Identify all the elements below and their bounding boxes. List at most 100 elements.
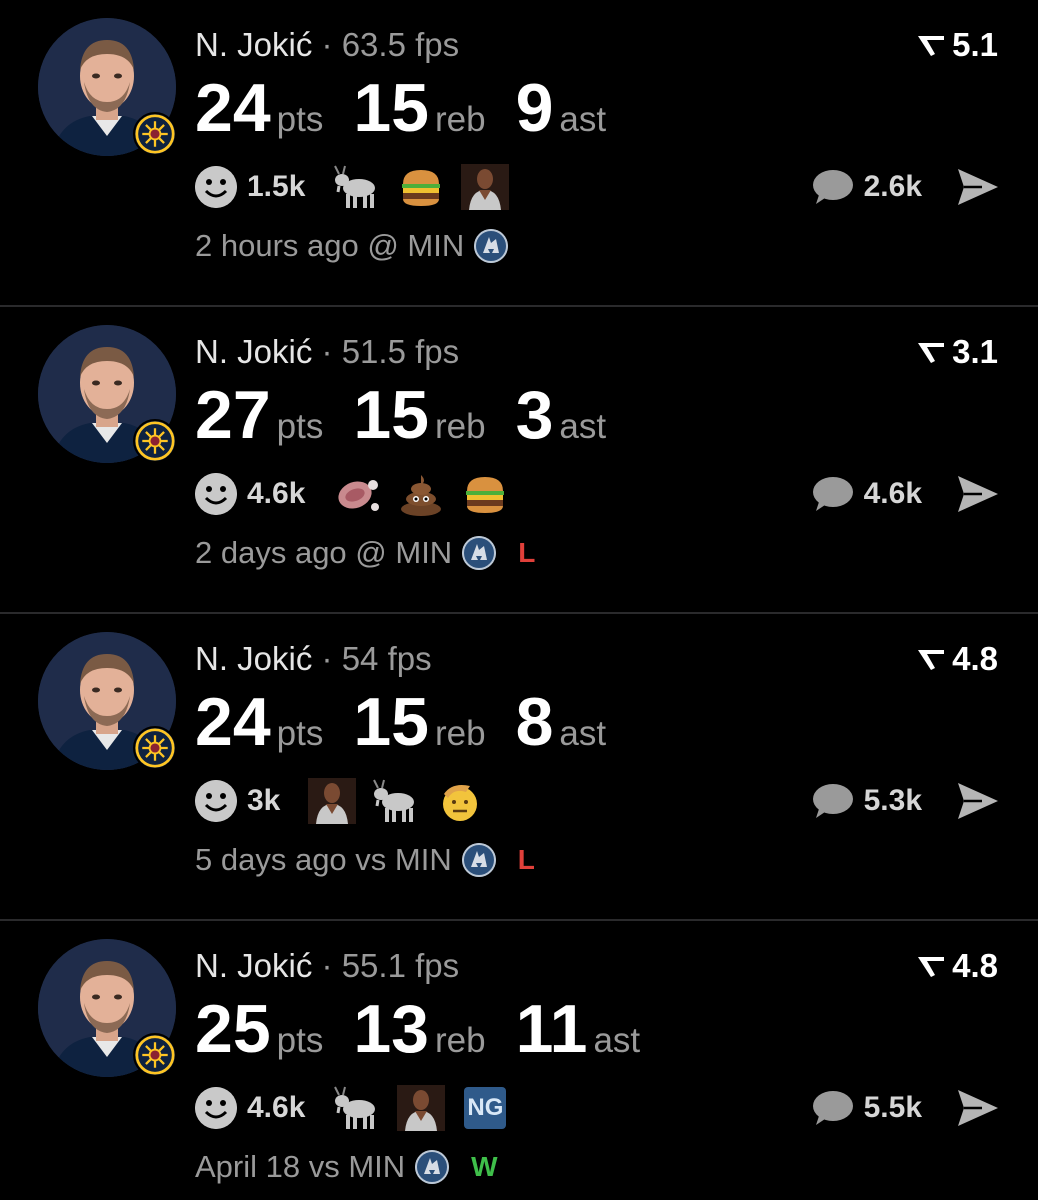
goat-icon[interactable] [372,778,420,824]
points-label: pts [276,714,324,753]
player-sticker-icon[interactable] [461,164,509,210]
salute-icon[interactable] [436,778,484,824]
comment-count: 4.6k [863,477,922,510]
share-icon[interactable] [956,166,1000,208]
comments-button[interactable]: 5.3k [810,779,922,823]
timberwolves-logo-icon [474,229,509,263]
game-result: W [471,1151,498,1182]
player-avatar[interactable] [38,939,177,1077]
player-sticker-icon[interactable] [397,1085,445,1131]
assists-value: 11 [515,991,588,1067]
reactions-bar[interactable]: 1.5k [195,165,525,209]
poop-icon[interactable] [397,471,445,517]
player-header: N. Jokić · 55.1 fps [195,947,459,985]
ng-badge-icon[interactable]: NG [461,1085,509,1131]
player-sticker-icon[interactable] [308,778,356,824]
reactions-bar[interactable]: 3k [195,779,500,823]
player-name[interactable]: N. Jokić [195,640,312,677]
rebounds-label: reb [434,407,486,446]
post-card[interactable]: N. Jokić · 55.1 fps 4.8 25 pts 13 reb 11 as… [0,921,1038,1200]
nuggets-logo-icon [133,726,177,770]
stat-line: 24 pts 15 reb 8 ast [195,684,636,760]
rating-arrow-icon [918,343,945,363]
fantasy-points: 63.5 fps [341,26,460,63]
assists-value: 8 [515,684,554,760]
post-card[interactable]: N. Jokić · 54 fps 4.8 24 pts 15 reb 8 ast 3… [0,614,1038,921]
assists-value: 3 [515,377,554,453]
rating-value: 4.8 [952,640,998,677]
feed-list: N. Jokić · 63.5 fps 5.1 24 pts 15 reb 9 ast… [0,0,1038,1200]
separator: · [321,26,333,63]
fantasy-points: 55.1 fps [341,947,460,984]
timberwolves-logo-icon [462,536,497,570]
game-time: 5 days ago vs MIN [195,842,452,877]
smiley-icon[interactable] [195,473,237,515]
smiley-icon[interactable] [195,1087,237,1129]
assists-label: ast [593,1021,641,1060]
post-card[interactable]: N. Jokić · 63.5 fps 5.1 24 pts 15 reb 9 ast… [0,0,1038,307]
reaction-count: 1.5k [247,170,306,203]
game-info: April 18 vs MIN W [195,1149,498,1185]
comment-bubble-icon [812,170,853,204]
timberwolves-logo-icon [461,843,496,877]
points-label: pts [276,1021,324,1060]
player-header: N. Jokić · 54 fps [195,640,432,678]
share-icon[interactable] [956,1087,1000,1129]
rebounds-value: 15 [353,70,429,146]
comments-button[interactable]: 5.5k [810,1086,922,1130]
reactions-bar[interactable]: 4.6k NG [195,1086,525,1130]
player-avatar[interactable] [38,325,177,463]
rating-badge[interactable]: 4.8 [916,640,998,678]
comment-bubble-icon [812,1091,853,1125]
burger-icon[interactable] [461,471,509,517]
fantasy-points: 54 fps [341,640,432,677]
player-avatar[interactable] [38,18,177,156]
stat-line: 25 pts 13 reb 11 ast [195,991,670,1067]
player-avatar[interactable] [38,632,177,770]
share-icon[interactable] [956,473,1000,515]
assists-label: ast [559,100,607,139]
assists-label: ast [559,714,607,753]
comment-count: 5.3k [863,784,922,817]
player-name[interactable]: N. Jokić [195,26,312,63]
comments-button[interactable]: 2.6k [810,165,922,209]
separator: · [321,333,333,370]
smiley-icon[interactable] [195,166,237,208]
burger-icon[interactable] [397,164,445,210]
goat-icon[interactable] [333,1085,381,1131]
meat-icon[interactable] [333,471,381,517]
nuggets-logo-icon [133,112,177,156]
rating-badge[interactable]: 5.1 [916,26,998,64]
stat-line: 24 pts 15 reb 9 ast [195,70,636,146]
rebounds-label: reb [434,1021,486,1060]
reaction-count: 4.6k [247,477,306,510]
points-label: pts [276,100,324,139]
rebounds-label: reb [434,714,486,753]
share-icon[interactable] [956,780,1000,822]
player-name[interactable]: N. Jokić [195,333,312,370]
comment-count: 2.6k [863,170,922,203]
player-name[interactable]: N. Jokić [195,947,312,984]
comments-button[interactable]: 4.6k [810,472,922,516]
rebounds-label: reb [434,100,486,139]
rating-badge[interactable]: 4.8 [916,947,998,985]
game-result: L [518,537,536,568]
game-time: 2 days ago @ MIN [195,535,453,570]
player-header: N. Jokić · 63.5 fps [195,26,459,64]
nuggets-logo-icon [133,419,177,463]
reaction-count: 4.6k [247,1091,306,1124]
separator: · [321,947,333,984]
game-info: 2 days ago @ MIN L [195,535,535,571]
rating-value: 5.1 [952,26,998,63]
reaction-count: 3k [247,784,281,817]
game-time: 2 hours ago @ MIN [195,228,465,263]
points-value: 25 [195,991,271,1067]
rating-value: 3.1 [952,333,998,370]
reactions-bar[interactable]: 4.6k [195,472,525,516]
separator: · [321,640,333,677]
game-info: 5 days ago vs MIN L [195,842,535,878]
goat-icon[interactable] [333,164,381,210]
rating-badge[interactable]: 3.1 [916,333,998,371]
post-card[interactable]: N. Jokić · 51.5 fps 3.1 27 pts 15 reb 3 ast… [0,307,1038,614]
smiley-icon[interactable] [195,780,237,822]
